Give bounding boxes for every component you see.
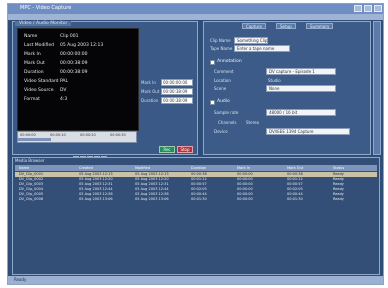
timeline-progress [18, 138, 52, 141]
sample-rate-label: Sample rate [214, 110, 239, 115]
timeline-label: 00:00:20 [80, 133, 96, 137]
mark-out-label: Mark Out [141, 89, 160, 94]
meta-row: Name Clip 001 [24, 34, 79, 39]
clip-name-label: Clip Name [210, 38, 231, 43]
table-cell: 05 Aug 2003 13:06 [135, 197, 169, 201]
table-cell: 05 Aug 2003 13:06 [79, 197, 113, 201]
column-header[interactable]: Status [333, 165, 344, 171]
meta-row: Duration 00:00:38:09 [24, 70, 88, 75]
close-button[interactable] [374, 5, 382, 12]
column-header[interactable]: Modified [135, 165, 150, 171]
app-title: MPC - Video Capture [20, 5, 72, 11]
device-field[interactable]: DV/IEEE 1394 Capture [266, 128, 350, 135]
comment-label: Comment [214, 69, 234, 74]
mark-in-label: Mark In [141, 80, 156, 85]
transport-controls [73, 146, 108, 161]
mark-in-field[interactable]: 00:00:00:00 [161, 79, 193, 86]
audio-heading: Audio [217, 99, 230, 104]
meta-row: Mark Out 00:00:38:09 [24, 61, 88, 66]
title-bar: MPC - Video Capture [8, 4, 383, 14]
timeline-label: 00:00:00 [20, 133, 36, 137]
stop-button[interactable]: Stop [177, 146, 193, 153]
column-header[interactable]: Created [79, 165, 93, 171]
maximize-button[interactable] [364, 5, 372, 12]
table-cell: 00:01:30 [191, 197, 207, 201]
meta-row: Format 4:3 [24, 97, 68, 102]
annotation-heading: Annotation [217, 59, 242, 64]
location-value: Studio [268, 78, 281, 83]
annotation-checkbox[interactable] [210, 60, 215, 65]
tape-name-field[interactable]: Enter a tape name [234, 45, 290, 52]
menu-bar [8, 14, 383, 20]
video-monitor-panel: Video / Audio Monitor Name Clip 001 Last … [12, 21, 198, 161]
meta-row: Mark In 00:00:00:00 [24, 52, 88, 57]
media-browser-panel: Media Browser Name Created Modified Dura… [12, 157, 380, 275]
comment-field[interactable]: DV capture - Episode 1 [266, 68, 336, 75]
tab-summary[interactable]: Summary [306, 23, 334, 29]
media-browser-tab[interactable]: Media Browser [15, 158, 45, 163]
audio-checkbox[interactable] [210, 100, 215, 105]
clip-name-field[interactable]: Something Clip [234, 37, 268, 44]
duration-label: Duration [141, 98, 159, 103]
mark-out-field[interactable]: 00:00:38:09 [161, 88, 193, 95]
capture-settings-panel: Capture Setup Summary Clip Name Somethin… [203, 21, 371, 155]
sample-rate-field[interactable]: 48000 / 16 bit [266, 109, 336, 116]
timeline-scrubber[interactable]: 00:00:00 00:00:10 00:00:20 00:00:30 [17, 131, 137, 143]
tab-setup[interactable]: Setup [276, 23, 296, 29]
video-preview: Name Clip 001 Last Modified 05 Aug 2003 12… [17, 28, 139, 131]
channels-label: Channels [218, 120, 237, 125]
table-cell: Ready [333, 197, 344, 201]
video-monitor-tab[interactable]: Video / Audio Monitor [15, 21, 72, 26]
status-bar: Ready [8, 276, 383, 284]
minimize-button[interactable] [354, 5, 362, 12]
timeline-label: 00:00:30 [110, 133, 126, 137]
side-toolbar[interactable] [373, 21, 381, 155]
tape-name-label: Tape Name [210, 46, 233, 51]
meta-row: Video Source DV [24, 88, 67, 93]
column-header[interactable]: Mark Out [287, 165, 303, 171]
timeline-label: 00:00:10 [50, 133, 66, 137]
column-header[interactable]: Name [19, 165, 29, 171]
meta-row: Video StandardPAL [24, 79, 69, 84]
tab-capture[interactable]: Capture [242, 23, 266, 29]
scene-field[interactable]: None [266, 85, 336, 92]
record-button[interactable]: Rec [159, 146, 175, 153]
app-window: MPC - Video Capture Video / Audio Monito… [7, 3, 384, 285]
table-header: Name Created Modified Duration Mark In M… [15, 165, 377, 171]
device-label: Device [214, 129, 228, 134]
meta-row: Last Modified 05 Aug 2003 12:13 [24, 43, 104, 48]
table-cell: 00:01:30 [287, 197, 303, 201]
status-text: Ready [14, 277, 27, 282]
location-label: Location [214, 78, 231, 83]
table-row[interactable]: DV_Clip_0006 05 Aug 2003 13:06 05 Aug 2003… [15, 197, 377, 202]
channels-value: Stereo [246, 120, 260, 125]
duration-field[interactable]: 00:00:38:09 [161, 97, 193, 104]
column-header[interactable]: Mark In [237, 165, 250, 171]
table-cell: DV_Clip_0006 [19, 197, 44, 201]
table-cell: 00:00:00 [237, 197, 253, 201]
scene-label: Scene [214, 86, 227, 91]
column-header[interactable]: Duration [191, 165, 206, 171]
